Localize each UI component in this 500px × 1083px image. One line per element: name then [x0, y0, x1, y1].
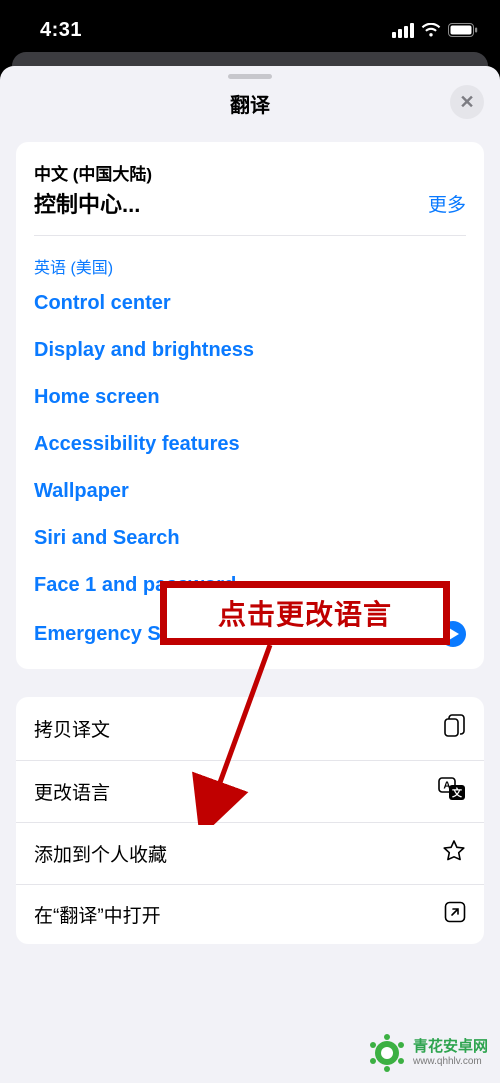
translation-item[interactable]: Display and brightness — [34, 339, 466, 362]
change-language-action[interactable]: 更改语言 A文 — [16, 760, 484, 822]
source-text: 控制中心... — [34, 187, 140, 219]
close-icon: ✕ — [459, 92, 474, 113]
star-icon — [442, 839, 466, 868]
watermark-url: www.qhhlv.com — [413, 1056, 488, 1067]
translate-sheet: 翻译 ✕ 中文 (中国大陆) 控制中心... 更多 英语 (美国) Contro… — [0, 66, 500, 1083]
wifi-icon — [421, 23, 441, 38]
divider — [34, 235, 466, 236]
annotation-callout: 点击更改语言 — [160, 581, 450, 645]
cellular-signal-icon — [392, 23, 414, 38]
source-language-label: 中文 (中国大陆) — [34, 160, 466, 185]
watermark: 青花安卓网 www.qhhlv.com — [361, 1029, 494, 1077]
status-time: 4:31 — [40, 19, 82, 42]
open-in-translate-action[interactable]: 在“翻译”中打开 — [16, 884, 484, 944]
status-indicators — [392, 23, 478, 38]
sheet-title: 翻译 — [0, 89, 500, 118]
action-label: 在“翻译”中打开 — [34, 901, 161, 928]
translation-item[interactable]: Control center — [34, 292, 466, 315]
close-button[interactable]: ✕ — [450, 85, 484, 119]
action-label: 添加到个人收藏 — [34, 840, 167, 867]
copy-translation-action[interactable]: 拷贝译文 — [16, 697, 484, 760]
watermark-logo-icon — [367, 1033, 407, 1073]
play-icon — [449, 628, 459, 640]
action-label: 拷贝译文 — [34, 715, 110, 742]
translation-item[interactable]: Home screen — [34, 386, 466, 409]
open-external-icon — [444, 901, 466, 928]
translation-item[interactable]: Siri and Search — [34, 527, 466, 550]
action-list: 拷贝译文 更改语言 A文 添加到个人收藏 在“翻译”中打开 — [16, 697, 484, 944]
translate-icon: A文 — [438, 777, 466, 806]
battery-icon — [448, 23, 478, 37]
copy-icon — [442, 713, 466, 744]
sheet-header: 翻译 ✕ — [0, 79, 500, 132]
more-button[interactable]: 更多 — [428, 190, 466, 217]
target-language-label: 英语 (美国) — [34, 254, 466, 278]
svg-text:文: 文 — [452, 787, 463, 800]
action-label: 更改语言 — [34, 778, 110, 805]
watermark-name: 青花安卓网 — [413, 1039, 488, 1056]
add-favorite-action[interactable]: 添加到个人收藏 — [16, 822, 484, 884]
translation-item[interactable]: Accessibility features — [34, 433, 466, 456]
translation-item[interactable]: Wallpaper — [34, 480, 466, 503]
status-bar: 4:31 — [0, 0, 500, 52]
